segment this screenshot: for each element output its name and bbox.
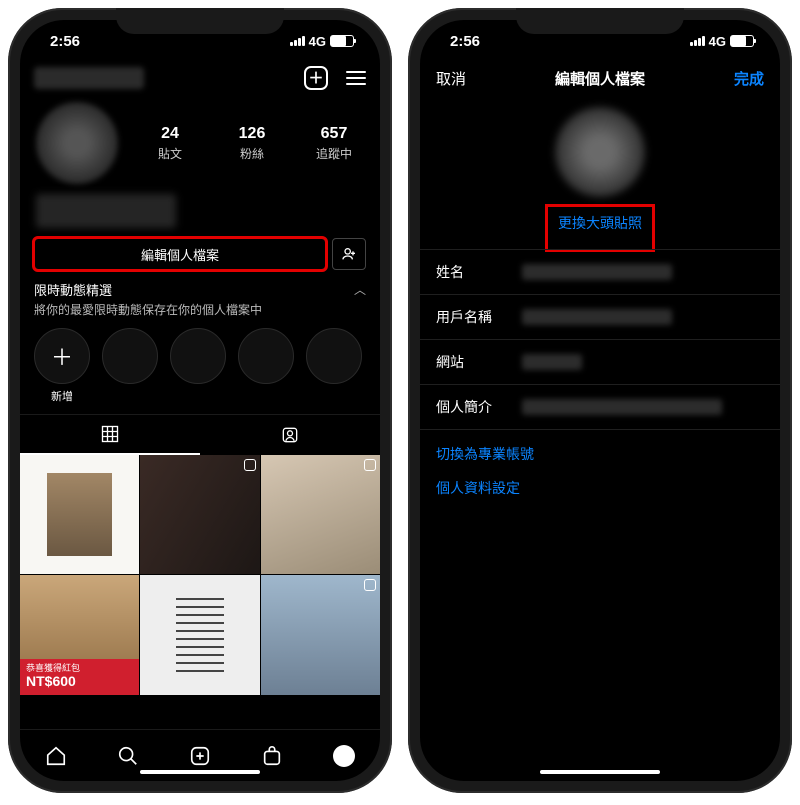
network-label: 4G [309,34,326,49]
home-indicator[interactable] [140,770,260,774]
field-website[interactable]: 網站 [420,339,780,384]
signal-icon [290,36,305,46]
add-person-icon [341,246,357,262]
carousel-icon [364,579,376,591]
switch-to-pro-link[interactable]: 切換為專業帳號 [420,429,780,478]
post-thumb[interactable]: 恭喜獲得紅包 NT$600 [20,575,139,694]
display-name-redacted [36,194,176,228]
post-thumb[interactable] [140,455,259,574]
field-bio[interactable]: 個人簡介 [420,384,780,429]
post-thumb[interactable] [261,575,380,694]
search-icon[interactable] [117,745,139,767]
tab-tagged[interactable] [200,415,380,455]
highlight-placeholder [306,328,362,384]
battery-icon [730,35,754,47]
stat-following-count: 657 [304,125,364,143]
profile-stats-row: 24 貼文 126 粉絲 657 追蹤中 [20,98,380,190]
username-redacted[interactable] [34,67,144,89]
highlight-placeholder [238,328,294,384]
status-time: 2:56 [50,33,80,50]
label-username: 用戶名稱 [436,307,522,327]
tagged-icon [280,425,300,445]
cancel-button[interactable]: 取消 [436,68,466,89]
chevron-up-icon[interactable]: ︿ [354,281,366,298]
edit-profile-button[interactable]: 編輯個人檔案 [34,238,326,270]
create-post-icon[interactable]: ＋ [304,66,328,90]
notch [116,8,284,34]
highlight-new[interactable]: ＋ 新增 [34,328,90,404]
value-redacted [522,309,672,325]
field-name[interactable]: 姓名 [420,249,780,294]
home-indicator[interactable] [540,770,660,774]
highlight-new-label: 新增 [51,388,73,404]
profile-tabs [20,414,380,455]
page-title: 編輯個人檔案 [555,68,645,89]
stat-followers[interactable]: 126 粉絲 [222,125,282,162]
edit-nav-bar: 取消 編輯個人檔案 完成 [420,62,780,99]
avatar[interactable] [555,107,645,197]
notch [516,8,684,34]
profile-tab-icon[interactable] [333,745,355,767]
value-redacted [522,399,722,415]
stat-posts-label: 貼文 [140,145,200,162]
phone-frame-right: 2:56 4G 取消 編輯個人檔案 完成 更換大頭貼照 姓名 用戶名稱 [408,8,792,793]
carousel-icon [244,459,256,471]
network-label: 4G [709,34,726,49]
personal-data-settings-link[interactable]: 個人資料設定 [420,478,780,512]
status-right: 4G [690,34,754,49]
status-time: 2:56 [450,33,480,50]
highlights-subtitle: 將你的最愛限時動態保存在你的個人檔案中 [34,301,366,318]
price-amount: NT$600 [26,674,139,689]
field-username[interactable]: 用戶名稱 [420,294,780,339]
value-redacted [522,354,582,370]
home-icon[interactable] [45,745,67,767]
label-website: 網站 [436,352,522,372]
label-name: 姓名 [436,262,522,282]
signal-icon [690,36,705,46]
stat-following[interactable]: 657 追蹤中 [304,125,364,162]
stat-following-label: 追蹤中 [304,145,364,162]
highlight-placeholder [170,328,226,384]
phone-frame-left: 2:56 4G ＋ 24 貼文 126 粉絲 [8,8,392,793]
post-thumb[interactable] [261,455,380,574]
create-icon[interactable] [189,745,211,767]
price-banner: 恭喜獲得紅包 NT$600 [20,659,139,695]
value-redacted [522,264,672,280]
post-thumb[interactable] [20,455,139,574]
stat-followers-label: 粉絲 [222,145,282,162]
highlight-placeholder [102,328,158,384]
change-photo-button[interactable]: 更換大頭貼照 [548,207,652,239]
label-bio: 個人簡介 [436,397,522,417]
avatar[interactable] [36,102,118,184]
post-thumb[interactable] [140,575,259,694]
discover-people-button[interactable] [332,238,366,270]
menu-icon[interactable] [346,71,366,85]
tab-grid[interactable] [20,415,200,455]
highlights-title: 限時動態精選 [34,280,112,299]
shop-icon[interactable] [261,745,283,767]
posts-grid: 恭喜獲得紅包 NT$600 [20,455,380,695]
profile-header: ＋ [20,62,380,98]
screen-right: 2:56 4G 取消 編輯個人檔案 完成 更換大頭貼照 姓名 用戶名稱 [420,20,780,781]
done-button[interactable]: 完成 [734,68,764,89]
grid-icon [100,424,120,444]
stat-posts-count: 24 [140,125,200,143]
stat-posts[interactable]: 24 貼文 [140,125,200,162]
battery-icon [330,35,354,47]
screen-left: 2:56 4G ＋ 24 貼文 126 粉絲 [20,20,380,781]
highlights-section: 限時動態精選 ︿ 將你的最愛限時動態保存在你的個人檔案中 ＋ 新增 [20,270,380,414]
plus-icon: ＋ [34,328,90,384]
carousel-icon [364,459,376,471]
stat-followers-count: 126 [222,125,282,143]
status-right: 4G [290,34,354,49]
